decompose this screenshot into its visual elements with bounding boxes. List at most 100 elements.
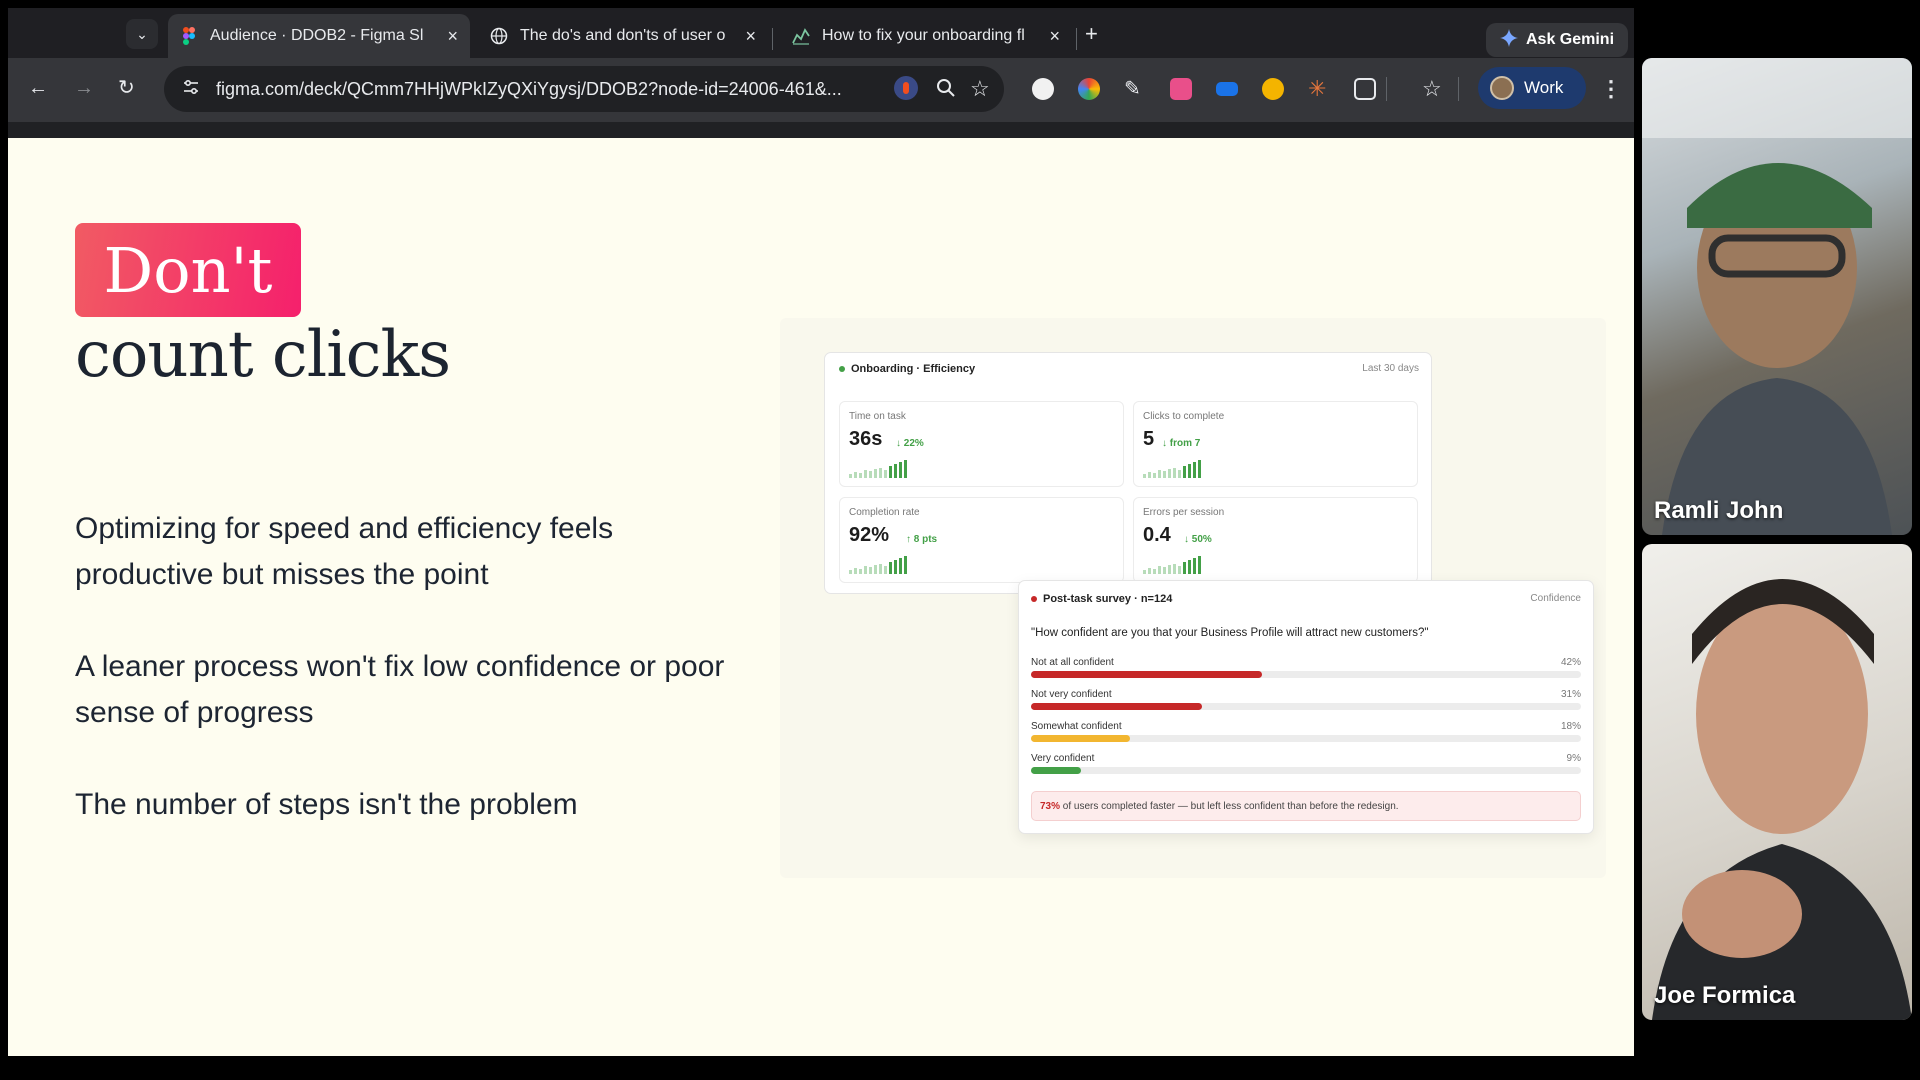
sparkline-bar: [864, 566, 867, 574]
toolbar-divider: [1386, 77, 1387, 101]
insight-text: of users completed faster — but left les…: [1060, 801, 1399, 812]
figma-extension-icon[interactable]: [894, 76, 918, 106]
sparkline-bar: [874, 565, 877, 574]
close-icon[interactable]: ×: [1049, 26, 1060, 47]
slide-bullet: The number of steps isn't the problem: [75, 788, 578, 821]
sparkline-bar: [1163, 471, 1166, 478]
survey-option-label: Not at all confident: [1031, 657, 1114, 668]
sparkline-bar: [869, 471, 872, 478]
tab-title: How to fix your onboarding fl: [822, 27, 1025, 44]
back-arrow-icon[interactable]: ←: [28, 78, 48, 98]
toolbar-divider: [1458, 77, 1459, 101]
figma-icon: [180, 27, 198, 45]
extension-icon[interactable]: [1216, 82, 1238, 96]
metric-tile: Time on task 36s ↓ 22%: [839, 401, 1124, 487]
forward-arrow-icon[interactable]: →: [74, 78, 94, 98]
status-dot-icon: [839, 366, 845, 372]
insight-callout: 73% of users completed faster — but left…: [1031, 791, 1581, 821]
new-tab-plus-icon[interactable]: +: [1085, 23, 1098, 45]
metric-tile: Clicks to complete 5 ↓ from 7: [1133, 401, 1418, 487]
insight-highlight: 73%: [1040, 801, 1061, 812]
survey-question: "How confident are you that your Busines…: [1031, 627, 1429, 639]
sparkline-bars: [1143, 556, 1201, 574]
more-options-icon[interactable]: ⋮: [1600, 76, 1622, 102]
zoom-icon[interactable]: [936, 78, 956, 104]
profile-label: Work: [1524, 78, 1564, 97]
metric-value: 5: [1143, 428, 1155, 450]
sparkline-bar: [854, 568, 857, 574]
sparkline-bar: [869, 567, 872, 574]
bookmark-star-icon[interactable]: ☆: [970, 76, 990, 102]
survey-bar-fill: [1031, 671, 1262, 678]
extension-icon[interactable]: [1032, 78, 1054, 100]
url-text[interactable]: figma.com/deck/QCmm7HHjWPkIZyQXiYgysj/DD…: [216, 79, 842, 100]
tab-search-button[interactable]: ⌄: [126, 19, 158, 49]
sparkline-bar: [1153, 569, 1156, 574]
sparkline-bar: [904, 556, 907, 574]
chart-icon: [792, 27, 810, 45]
extension-icon[interactable]: [1262, 78, 1284, 100]
browser-window: ⌄ Audience · DDOB2 - Figma Sl × The do's…: [8, 8, 1634, 1056]
sparkline-bar: [849, 570, 852, 574]
sparkline-bar: [1168, 565, 1171, 574]
survey-option-percent: 42%: [1560, 657, 1581, 668]
sparkline-bar: [894, 560, 897, 574]
sparkline-bar: [1198, 556, 1201, 574]
survey-title: Post-task survey · n=124: [1043, 593, 1173, 605]
sparkline-bar: [1198, 460, 1201, 478]
participant-name: Ramli John: [1654, 497, 1784, 524]
status-dot-icon: [1031, 596, 1037, 602]
metric-label: Time on task: [849, 411, 906, 422]
extensions-puzzle-icon[interactable]: [1354, 78, 1376, 100]
address-bar[interactable]: figma.com/deck/QCmm7HHjWPkIZyQXiYgysj/DD…: [164, 66, 1004, 112]
survey-option-label: Not very confident: [1031, 689, 1112, 700]
sparkline-bar: [859, 569, 862, 574]
profile-button[interactable]: Work: [1478, 67, 1586, 109]
site-settings-icon[interactable]: [182, 78, 200, 101]
metric-value: 36s: [849, 428, 883, 450]
sparkline-bar: [1173, 468, 1176, 478]
sparkline-bar: [889, 466, 892, 478]
chevron-down-icon: ⌄: [136, 25, 148, 42]
sparkline-bar: [879, 468, 882, 478]
tab-divider: [1076, 28, 1077, 50]
metric-label: Clicks to complete: [1143, 411, 1225, 422]
color-picker-extension-icon[interactable]: [1078, 78, 1100, 100]
sparkline-bar: [874, 469, 877, 478]
survey-option-percent: 9%: [1566, 753, 1581, 764]
metric-tile: Errors per session 0.4 ↓ 50%: [1133, 497, 1418, 583]
date-range: Last 30 days: [1362, 363, 1419, 374]
survey-option-label: Somewhat confident: [1031, 721, 1122, 732]
reload-icon[interactable]: ↻: [118, 78, 135, 98]
survey-option-label: Very confident: [1031, 753, 1095, 764]
sparkline-bar: [884, 566, 887, 574]
bookmarks-star-icon[interactable]: ☆: [1422, 78, 1444, 100]
survey-bar-fill: [1031, 767, 1081, 774]
sparkline-bar: [854, 472, 857, 478]
participant-video-tile: Ramli John: [1642, 58, 1912, 535]
close-icon[interactable]: ×: [447, 26, 458, 47]
survey-card-header: Post-task survey · n=124: [1031, 593, 1172, 605]
slide-bullet: A leaner process won't fix low confidenc…: [75, 650, 725, 729]
extension-icon[interactable]: [1170, 78, 1192, 100]
tab-title: Audience · DDOB2 - Figma Sl: [210, 27, 424, 44]
efficiency-card: Onboarding · Efficiency Last 30 days Tim…: [824, 352, 1432, 594]
survey-bar-track: [1031, 703, 1581, 710]
survey-bar-track: [1031, 735, 1581, 742]
tab-divider: [772, 28, 773, 50]
tab-article[interactable]: The do's and don'ts of user o ×: [478, 14, 768, 58]
sparkline-bar: [1183, 466, 1186, 478]
sparkline-bar: [1193, 558, 1196, 574]
eyedropper-icon[interactable]: ✎: [1124, 78, 1146, 100]
metric-label: Errors per session: [1143, 507, 1225, 518]
ask-gemini-label: Ask Gemini: [1525, 31, 1615, 48]
sparkline-bar: [1143, 474, 1146, 478]
metric-label: Completion rate: [849, 507, 920, 518]
tab-title: The do's and don'ts of user o: [520, 27, 726, 44]
ask-gemini-button[interactable]: Ask Gemini: [1486, 23, 1628, 57]
tab-onboarding[interactable]: How to fix your onboarding fl ×: [780, 14, 1072, 58]
sparkline-bar: [1163, 567, 1166, 574]
tab-figma[interactable]: Audience · DDOB2 - Figma Sl ×: [168, 14, 470, 58]
claude-extension-icon[interactable]: ✳: [1308, 78, 1330, 100]
close-icon[interactable]: ×: [745, 26, 756, 47]
